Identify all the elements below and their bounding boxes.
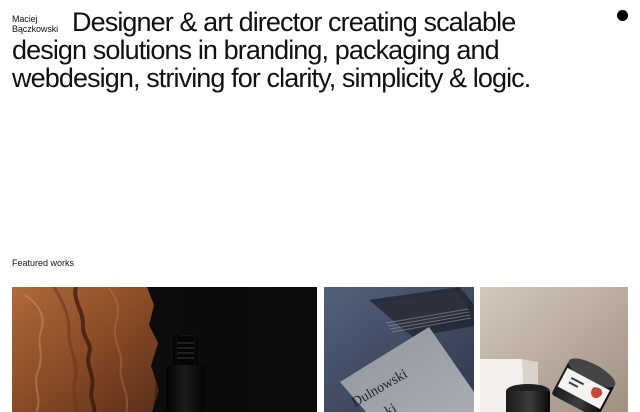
portfolio-page: Maciej Bączkowski Designer & art directo… xyxy=(0,0,640,412)
hero-headline: Designer & art director creating scalabl… xyxy=(12,7,531,93)
featured-work-item[interactable]: Dulnowski ki xyxy=(324,287,474,412)
featured-work-item[interactable] xyxy=(12,287,317,412)
menu-dot-icon[interactable] xyxy=(617,10,628,21)
featured-works-gallery: Dulnowski ki xyxy=(12,287,628,412)
wood-and-wine-bottle-image xyxy=(12,287,317,412)
featured-works-label: Featured works xyxy=(12,258,75,268)
featured-work-item[interactable] xyxy=(480,287,628,412)
business-cards-image: Dulnowski ki xyxy=(324,287,474,412)
jar-packaging-image xyxy=(480,287,628,412)
